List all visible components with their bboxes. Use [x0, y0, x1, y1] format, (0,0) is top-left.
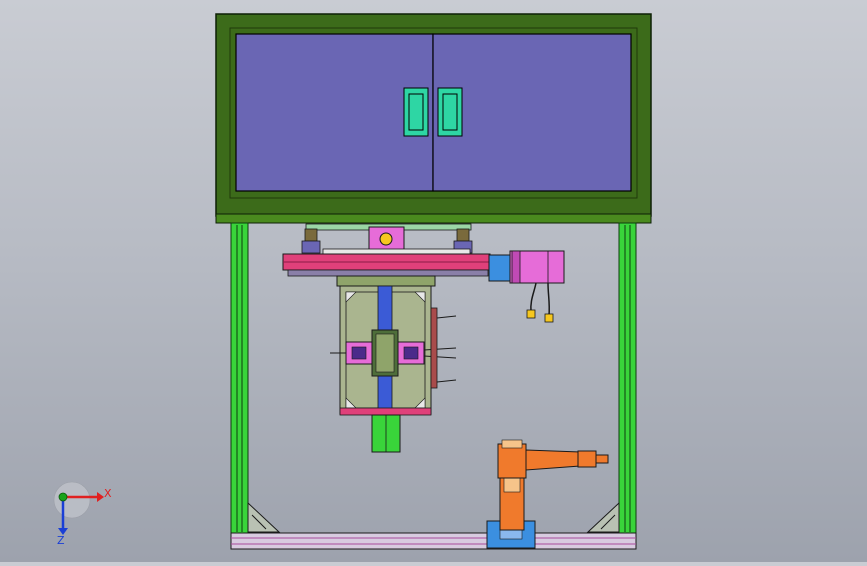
right-door-handle[interactable] — [437, 87, 463, 137]
bearing-bore — [379, 232, 393, 246]
upper-cabinet — [215, 13, 652, 224]
robot-forearm — [525, 449, 581, 471]
base-rail — [230, 532, 637, 550]
motor-coupling — [488, 254, 512, 282]
robot-shoulder — [497, 443, 527, 479]
cad-drawing: X Z — [53, 13, 652, 550]
x-axis-arrowhead — [97, 492, 104, 502]
rail-clamp-left — [301, 240, 321, 254]
carriage-bottom-plate — [339, 407, 432, 416]
rail-underside — [287, 269, 489, 277]
center-block-face — [375, 333, 395, 373]
robot-joint-1 — [501, 439, 523, 449]
right-gusset — [586, 501, 620, 533]
left-door-handle[interactable] — [403, 87, 429, 137]
motor-cable — [530, 282, 537, 313]
cable-connector — [544, 313, 554, 323]
y-axis-origin — [58, 492, 68, 502]
gripper-carriage — [330, 275, 457, 453]
axis-triad[interactable]: X Z — [53, 481, 112, 547]
cable-connector — [526, 309, 536, 319]
robot-tool-flange[interactable] — [595, 454, 609, 464]
z-axis-label: Z — [57, 534, 65, 547]
x-axis-label: X — [104, 487, 112, 500]
side-plate — [430, 307, 438, 389]
carriage-top-block — [336, 275, 436, 287]
cad-viewport[interactable]: X Z — [0, 0, 867, 562]
left-door-panel[interactable] — [235, 33, 434, 192]
robot-joint-2 — [503, 477, 521, 493]
left-finger-pad — [351, 346, 367, 360]
triad-sphere — [53, 481, 91, 519]
right-door-panel[interactable] — [432, 33, 632, 192]
servo-motor-flange — [511, 250, 521, 284]
left-gusset — [247, 501, 281, 533]
motor-cable — [547, 282, 551, 317]
right-post — [618, 222, 637, 534]
left-post — [230, 222, 249, 534]
right-finger-pad — [403, 346, 419, 360]
cabinet-bottom-lip — [215, 213, 652, 224]
robot-wrist[interactable] — [577, 450, 597, 468]
rail-mount-right — [456, 228, 470, 242]
rail-mount-left — [304, 228, 318, 242]
